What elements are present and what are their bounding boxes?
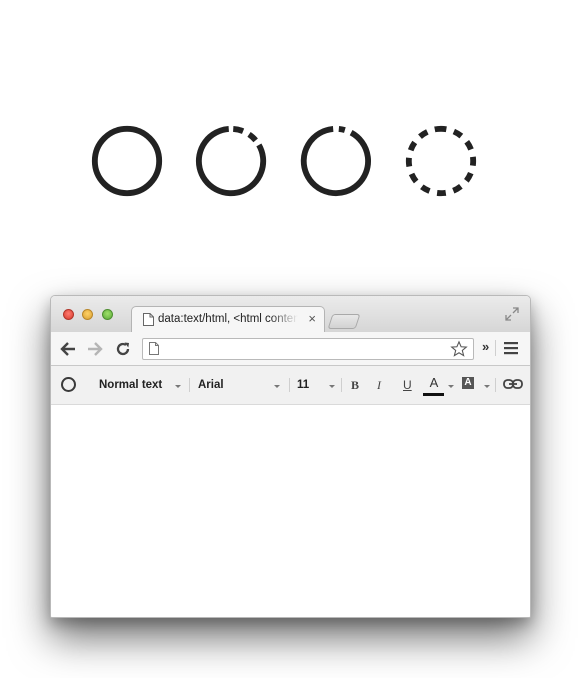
close-window-button[interactable]	[63, 309, 74, 320]
back-arrow-icon[interactable]	[59, 341, 77, 357]
title-bar: data:text/html, <html contenteditable> ×	[51, 296, 530, 333]
spinner-gapped-small-icon	[300, 126, 371, 197]
loader-icons-row	[0, 0, 578, 250]
editor-toolbar: Normal text Arial 11 B I U A A	[51, 366, 530, 405]
page-icon	[149, 342, 159, 355]
loading-ring-icon	[61, 377, 76, 392]
menu-icon[interactable]	[504, 341, 518, 355]
highlight-color-button[interactable]: A	[462, 377, 474, 389]
chevron-down-icon	[274, 385, 280, 388]
editable-content-area[interactable]	[51, 405, 530, 617]
chevron-down-icon	[448, 385, 454, 388]
toolbar-divider	[189, 378, 190, 392]
toolbar-divider	[289, 378, 290, 392]
font-size-dropdown[interactable]: 11	[297, 379, 309, 391]
italic-button[interactable]: I	[377, 378, 381, 393]
chevron-down-icon	[329, 385, 335, 388]
forward-arrow-icon[interactable]	[86, 341, 104, 357]
reload-icon[interactable]	[115, 341, 131, 357]
spinner-gapped-icon	[195, 126, 267, 197]
address-bar[interactable]	[142, 338, 474, 360]
bookmark-star-icon[interactable]	[450, 340, 468, 358]
chevron-down-icon	[175, 385, 181, 388]
browser-toolbar: »	[51, 332, 530, 366]
spinner-solid-icon	[91, 125, 163, 197]
tab-close-button[interactable]: ×	[308, 311, 316, 326]
fullscreen-icon[interactable]	[504, 306, 520, 322]
toolbar-divider	[341, 378, 342, 392]
text-color-button[interactable]: A	[423, 375, 445, 390]
text-color-swatch	[423, 393, 444, 396]
font-family-dropdown[interactable]: Arial	[198, 379, 224, 391]
spinner-dashed-icon	[405, 125, 477, 197]
tab-title: data:text/html, <html contenteditable>	[158, 313, 298, 325]
chevron-down-icon	[484, 385, 490, 388]
address-input[interactable]	[165, 341, 445, 355]
underline-button[interactable]: U	[403, 378, 412, 392]
zoom-window-button[interactable]	[102, 309, 113, 320]
paragraph-style-dropdown[interactable]: Normal text	[99, 379, 162, 391]
toolbar-divider	[495, 340, 496, 356]
minimize-window-button[interactable]	[82, 309, 93, 320]
tab-active[interactable]: data:text/html, <html contenteditable> ×	[131, 306, 325, 333]
new-tab-button[interactable]	[327, 314, 361, 329]
toolbar-divider	[495, 378, 496, 392]
page-icon	[143, 313, 154, 326]
browser-window: data:text/html, <html contenteditable> ×	[50, 295, 531, 618]
extensions-overflow-button[interactable]: »	[482, 339, 489, 354]
link-icon[interactable]	[503, 378, 523, 390]
bold-button[interactable]: B	[351, 378, 359, 393]
